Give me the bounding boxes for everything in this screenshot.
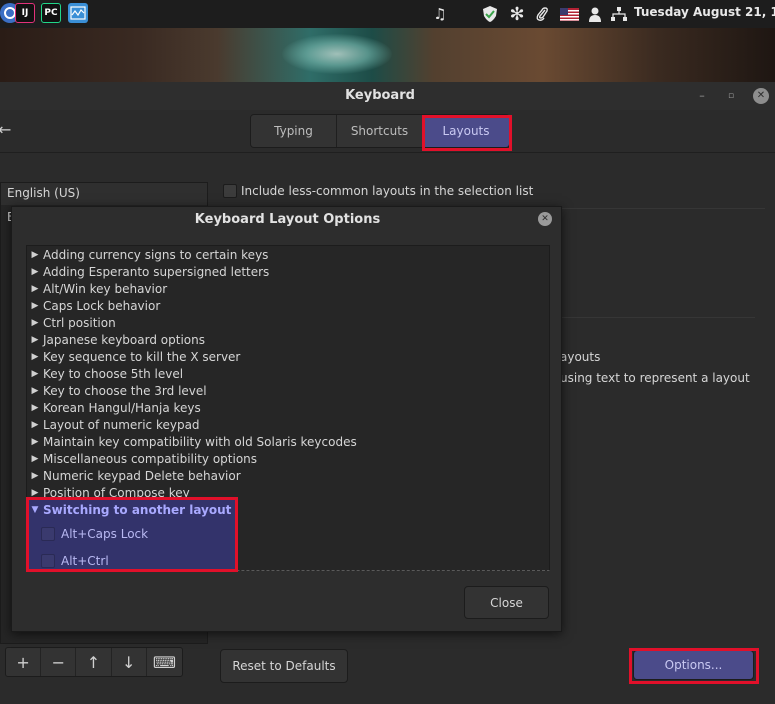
window-titlebar: Keyboard – ▫ ✕	[0, 82, 775, 110]
network-icon[interactable]	[608, 3, 630, 25]
list-item[interactable]: English (US)	[1, 183, 207, 205]
tree-row[interactable]: ▶ Adding currency signs to certain keys	[27, 246, 269, 263]
minimize-icon[interactable]: –	[694, 88, 710, 104]
expand-arrow-icon[interactable]: ▶	[27, 488, 43, 498]
tab-shortcuts[interactable]: Shortcuts	[337, 115, 423, 147]
header-divider	[0, 152, 775, 153]
expand-arrow-icon[interactable]: ▶	[27, 335, 43, 345]
tree-row[interactable]: ▶ Alt/Win key behavior	[27, 280, 168, 297]
tab-bar: Typing Shortcuts Layouts	[250, 114, 510, 148]
back-arrow-icon[interactable]: ←	[0, 120, 11, 139]
tree-row[interactable]: ▶ Caps Lock behavior	[27, 297, 161, 314]
tree-row[interactable]: ▶ Miscellaneous compatibility options	[27, 450, 258, 467]
music-note-icon[interactable]: ♫	[430, 3, 450, 25]
shield-check-icon[interactable]	[480, 3, 500, 25]
keyboard-preview-button[interactable]: ⌨	[147, 648, 182, 676]
options-button[interactable]: Options...	[633, 650, 754, 680]
tree-row[interactable]: ▶ Position of Compose key	[27, 484, 190, 501]
us-flag-icon[interactable]	[559, 3, 579, 25]
layout-options-dialog: Keyboard Layout Options ✕ ▶ Adding curren…	[11, 206, 562, 632]
pycharm-icon[interactable]: PC	[41, 3, 61, 23]
expand-arrow-icon[interactable]: ▶	[27, 471, 43, 481]
tree-row[interactable]: ▶ Key sequence to kill the X server	[27, 348, 241, 365]
expand-arrow-icon[interactable]: ▶	[27, 318, 43, 328]
expand-arrow-icon[interactable]: ▶	[27, 301, 43, 311]
reset-to-defaults-button[interactable]: Reset to Defaults	[220, 649, 348, 683]
options-tree[interactable]: ▶ Adding currency signs to certain keys ▶…	[26, 245, 550, 571]
intellij-icon[interactable]: IJ	[15, 3, 35, 23]
expand-arrow-icon[interactable]: ▶	[27, 454, 43, 464]
dialog-close-icon[interactable]: ✕	[538, 212, 552, 226]
tree-row[interactable]: ▶ Ctrl position	[27, 314, 116, 331]
layout-tools: + − ↑ ↓ ⌨	[5, 647, 183, 677]
expand-arrow-icon[interactable]: ▶	[27, 250, 43, 260]
option-text-fragment: ayouts	[560, 350, 601, 364]
expand-arrow-icon[interactable]: ▶	[27, 284, 43, 294]
tree-row[interactable]: ▶ Maintain key compatibility with old Sol…	[27, 433, 357, 450]
tree-row[interactable]: ▶ Numeric keypad Delete behavior	[27, 467, 241, 484]
add-layout-button[interactable]: +	[6, 648, 42, 676]
top-panel: IJ PC ♫ ✻ Tuesday August 21, 12:2	[0, 0, 775, 28]
tree-row-expanded[interactable]: ▼ Switching to another layout	[27, 501, 232, 518]
close-button[interactable]: Close	[464, 586, 549, 619]
tree-row[interactable]: ▶ Adding Esperanto supersigned letters	[27, 263, 270, 280]
expand-arrow-icon[interactable]: ▶	[27, 420, 43, 430]
user-icon[interactable]	[585, 3, 605, 25]
divider	[560, 317, 755, 318]
paperclip-icon[interactable]	[532, 3, 552, 25]
option-checkbox-row[interactable]: Alt+Ctrl	[41, 554, 109, 568]
include-less-common-option[interactable]: Include less-common layouts in the selec…	[223, 184, 533, 198]
expand-arrow-icon[interactable]: ▶	[27, 437, 43, 447]
tree-row[interactable]: ▶ Layout of numeric keypad	[27, 416, 200, 433]
move-down-button[interactable]: ↓	[112, 648, 147, 676]
tab-typing[interactable]: Typing	[251, 115, 337, 147]
tab-layouts[interactable]: Layouts	[423, 115, 509, 147]
option-text-fragment: using text to represent a layout	[560, 371, 750, 385]
include-label: Include less-common layouts in the selec…	[241, 184, 534, 198]
include-checkbox[interactable]	[223, 184, 237, 198]
tree-row[interactable]: ▶ Key to choose the 3rd level	[27, 382, 207, 399]
alt-caps-lock-checkbox[interactable]	[41, 527, 55, 541]
move-up-button[interactable]: ↑	[76, 648, 112, 676]
expand-arrow-icon[interactable]: ▶	[27, 386, 43, 396]
system-monitor-icon[interactable]	[68, 3, 88, 23]
tree-row[interactable]: ▶ Japanese keyboard options	[27, 331, 205, 348]
dialog-title: Keyboard Layout Options	[194, 212, 381, 227]
option-label: Alt+Caps Lock	[61, 527, 149, 541]
expand-arrow-icon[interactable]: ▶	[27, 369, 43, 379]
option-checkbox-row[interactable]: Alt+Caps Lock	[41, 527, 148, 541]
close-icon[interactable]: ✕	[753, 88, 769, 104]
remove-layout-button[interactable]: −	[41, 648, 77, 676]
alt-ctrl-checkbox[interactable]	[41, 554, 55, 568]
option-label: Alt+Ctrl	[61, 554, 109, 568]
settings-gear-icon[interactable]: ✻	[506, 3, 528, 25]
expand-arrow-icon[interactable]: ▶	[27, 403, 43, 413]
desktop-wallpaper	[0, 28, 775, 82]
tree-row[interactable]: ▶ Key to choose 5th level	[27, 365, 184, 382]
clock[interactable]: Tuesday August 21, 12:2	[634, 5, 775, 19]
expand-arrow-icon[interactable]: ▶	[27, 352, 43, 362]
collapse-arrow-icon[interactable]: ▼	[27, 505, 43, 515]
tree-row[interactable]: ▶ Korean Hangul/Hanja keys	[27, 399, 201, 416]
window-title: Keyboard	[345, 88, 415, 103]
expand-arrow-icon[interactable]: ▶	[27, 267, 43, 277]
maximize-icon[interactable]: ▫	[723, 88, 739, 104]
